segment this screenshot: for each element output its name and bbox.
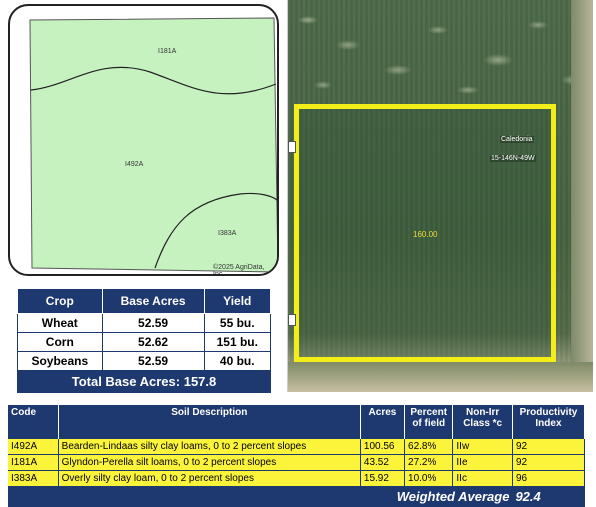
total-value: 157.8	[183, 374, 217, 389]
base-acres-header: Base Acres	[101, 288, 205, 314]
pi-cell: 92	[512, 454, 586, 471]
total-label: Total Base Acres:	[71, 374, 181, 389]
aerial-road-bottom	[288, 362, 593, 392]
base-acres-table: Crop Base Acres Yield Wheat 52.59 55 bu.…	[17, 288, 272, 393]
acres-cell: 15.92	[360, 470, 406, 487]
base-acres-cell: 52.59	[101, 351, 205, 371]
field-acres-label: 160.00	[413, 230, 438, 239]
weighted-average-label: Weighted Average	[8, 486, 513, 507]
field-outline	[29, 17, 277, 273]
description-cell: Glyndon-Perella silt loams, 0 to 2 perce…	[58, 454, 361, 471]
percent-cell: 62.8%	[404, 439, 454, 455]
code-cell: I492A	[8, 439, 59, 455]
crop-header: Crop	[17, 288, 103, 314]
base-acres-cell: 52.62	[101, 332, 205, 352]
map-copyright: ©2025 AgriData, Inc.	[213, 264, 265, 276]
description-header: Soil Description	[58, 405, 361, 439]
map-label-i181a: I181A	[158, 48, 177, 55]
table-row: I181A Glyndon-Perella silt loams, 0 to 2…	[8, 454, 586, 471]
pi-cell: 96	[512, 470, 586, 487]
soil-header-row: Code Soil Description Acres Percent of f…	[8, 405, 586, 439]
class-cell: IIe	[452, 454, 513, 471]
percent-cell: 10.0%	[404, 470, 454, 487]
acres-header: Acres	[360, 405, 406, 439]
table-row: Soybeans 52.59 40 bu.	[17, 351, 272, 371]
table-row: Corn 52.62 151 bu.	[17, 332, 272, 352]
acres-cell: 43.52	[360, 454, 406, 471]
total-row: Total Base Acres: 157.8	[17, 370, 271, 393]
table-row: I383A Overly silty clay loam, 0 to 2 per…	[8, 470, 586, 487]
section-label: 15-146N-49W	[490, 155, 536, 162]
acres-cell: 100.56	[360, 439, 406, 455]
crop-cell: Soybeans	[17, 351, 103, 371]
map-label-i383a: I383A	[218, 230, 237, 237]
table-row: Wheat 52.59 55 bu.	[17, 313, 272, 333]
weighted-average-row: Weighted Average 92.4	[8, 486, 585, 507]
township-label: Caledonia	[500, 136, 534, 143]
percent-header: Percent of field	[404, 405, 454, 439]
description-cell: Overly silty clay loam, 0 to 2 percent s…	[58, 470, 361, 487]
aerial-road-right	[571, 0, 593, 392]
yield-cell: 40 bu.	[203, 351, 272, 371]
yield-header: Yield	[203, 288, 272, 314]
pi-cell: 92	[512, 439, 586, 455]
code-cell: I181A	[8, 454, 59, 471]
table-row: I492A Bearden-Lindaas silty clay loams, …	[8, 439, 586, 455]
soil-table: Code Soil Description Acres Percent of f…	[8, 405, 586, 507]
aerial-texture-spots	[288, 0, 593, 100]
class-cell: IIw	[452, 439, 513, 455]
crop-cell: Corn	[17, 332, 103, 352]
base-acres-header-row: Crop Base Acres Yield	[17, 288, 272, 314]
yield-cell: 151 bu.	[203, 332, 272, 352]
map-label-i492a: I492A	[125, 161, 144, 168]
crop-cell: Wheat	[17, 313, 103, 333]
total-base-acres: Total Base Acres: 157.8	[17, 370, 271, 393]
base-acres-cell: 52.59	[101, 313, 205, 333]
description-cell: Bearden-Lindaas silty clay loams, 0 to 2…	[58, 439, 361, 455]
code-cell: I383A	[8, 470, 59, 487]
class-cell: IIc	[452, 470, 513, 487]
weighted-average-value: 92.4	[512, 486, 585, 507]
class-header: Non-Irr Class *c	[452, 405, 513, 439]
boundary-marker	[288, 141, 296, 153]
yield-cell: 55 bu.	[203, 313, 272, 333]
boundary-marker	[288, 314, 296, 326]
code-header: Code	[8, 405, 59, 439]
productivity-header: Productivity Index	[512, 405, 586, 439]
percent-cell: 27.2%	[404, 454, 454, 471]
soil-map-drawing	[29, 17, 277, 273]
soil-map: I181A I492A I383A ©2025 AgriData, Inc.	[8, 4, 279, 276]
